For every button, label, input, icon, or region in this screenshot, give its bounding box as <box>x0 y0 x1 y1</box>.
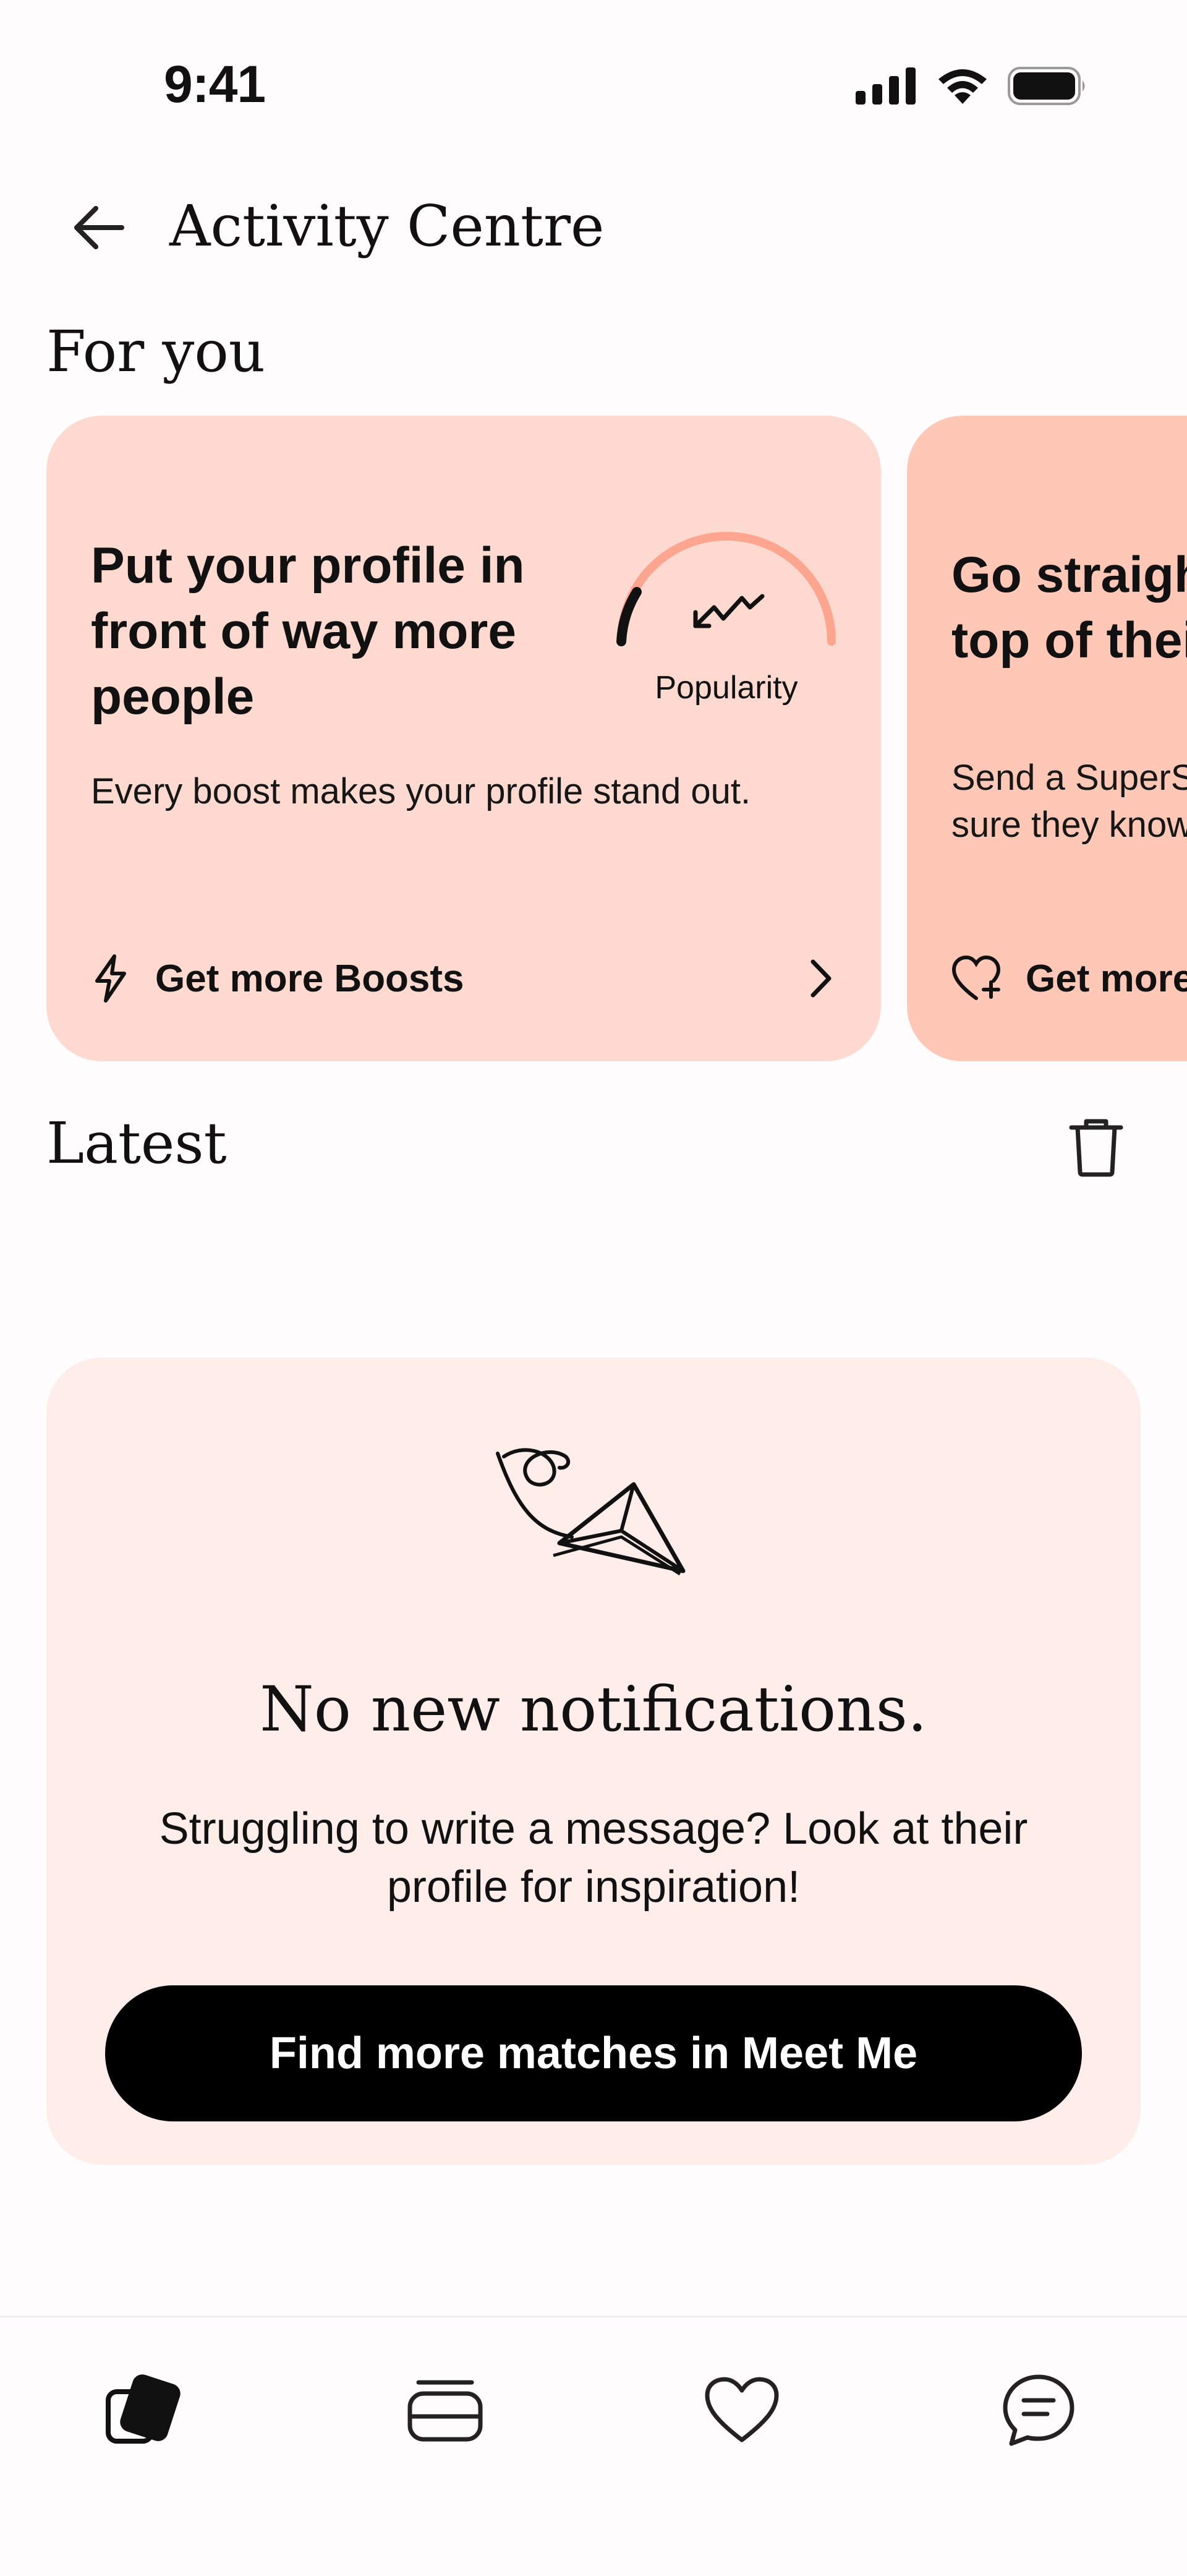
encounters-icon <box>106 2374 181 2444</box>
back-button[interactable] <box>68 197 130 259</box>
latest-heading: Latest <box>46 1110 227 1176</box>
heart-icon <box>705 2377 779 2442</box>
popularity-gauge: Popularity <box>603 521 850 706</box>
boost-promo-card[interactable]: Put your profile in front of way more pe… <box>46 416 881 1061</box>
tab-likes[interactable] <box>692 2361 791 2460</box>
for-you-heading: For you <box>46 319 266 385</box>
trash-icon <box>1069 1119 1123 1177</box>
page-title: Activity Centre <box>169 193 605 259</box>
gauge-arc-icon <box>616 532 836 646</box>
tab-cards[interactable] <box>396 2361 495 2460</box>
card-headline: Go straight to the top of their list <box>951 547 1187 669</box>
paper-plane-icon <box>496 1448 686 1576</box>
card-body: Every boost makes your profile stand out… <box>91 771 751 811</box>
status-time: 9:41 <box>164 55 266 113</box>
gauge-label: Popularity <box>655 670 798 706</box>
chat-bubble-icon <box>1003 2374 1074 2446</box>
cta-label: Get more Boosts <box>155 957 464 1000</box>
card-headline: Put your profile in front of way more pe… <box>91 537 525 725</box>
empty-state-title: No new notifications. <box>260 1673 927 1745</box>
cards-stack-icon <box>407 2380 483 2442</box>
card-body: Send a SuperSwipe to make sure they know… <box>951 758 1187 845</box>
promo-carousel[interactable]: Put your profile in front of way more pe… <box>0 416 1187 1065</box>
tab-bar <box>0 2316 1187 2576</box>
cta-label: Get more SuperSwipes <box>1026 957 1187 1000</box>
empty-notifications-card: No new notifications. Struggling to writ… <box>46 1358 1141 2165</box>
get-more-superswipes-button[interactable]: Get more SuperSwipes <box>951 944 1187 1012</box>
clear-notifications-button[interactable] <box>1062 1113 1130 1181</box>
chevron-right-icon <box>810 959 832 998</box>
find-more-matches-button[interactable]: Find more matches in Meet Me <box>105 1985 1082 2121</box>
arrow-left-icon <box>74 206 124 249</box>
empty-state-body: Struggling to write a message? Look at t… <box>159 1804 1028 1912</box>
tab-encounters[interactable] <box>96 2361 195 2460</box>
status-icons <box>856 67 1088 105</box>
status-bar: 9:41 <box>0 0 1187 155</box>
tab-chats[interactable] <box>989 2361 1088 2460</box>
get-more-boosts-button[interactable]: Get more Boosts <box>91 944 836 1012</box>
superswipe-promo-card[interactable]: Go straight to the top of their list Sen… <box>907 416 1187 1061</box>
cellular-signal-icon <box>856 67 916 105</box>
heart-plus-icon <box>951 955 1001 1000</box>
wifi-icon <box>938 69 987 104</box>
battery-icon <box>1008 67 1085 105</box>
lightning-icon <box>95 954 126 1003</box>
